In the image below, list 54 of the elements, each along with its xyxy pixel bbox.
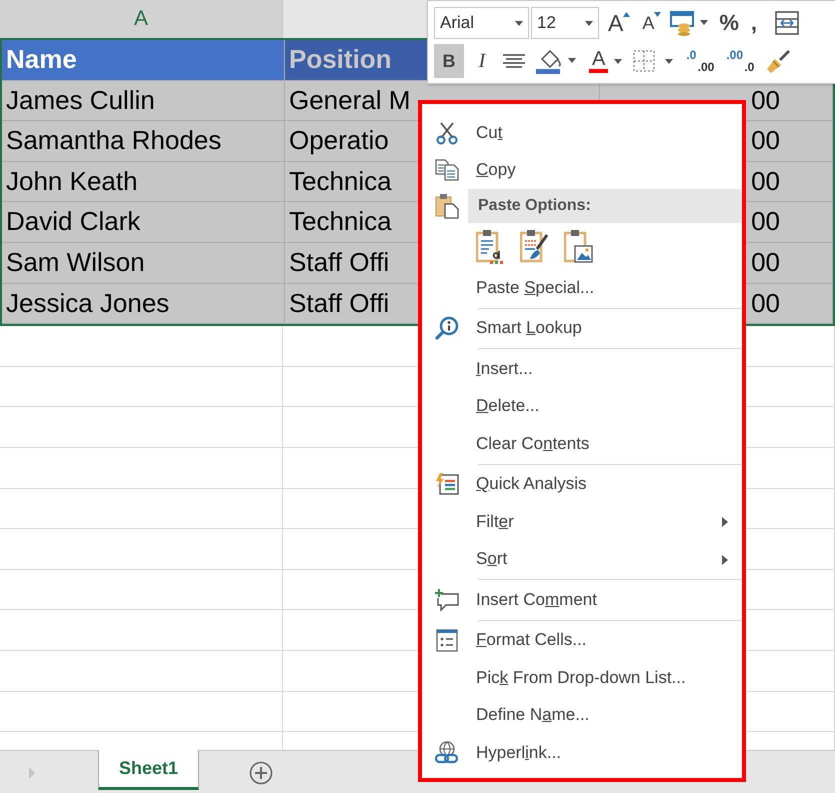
header-cell: Name (2, 40, 285, 81)
caret-icon[interactable] (585, 20, 593, 26)
menu-item[interactable]: Pick From Drop-down List... (476, 668, 686, 688)
quick-analysis-icon (434, 472, 460, 496)
paste-icon (435, 193, 459, 219)
down-triangle-icon (654, 12, 662, 17)
menu-item[interactable]: Delete... (476, 396, 540, 416)
caret-icon[interactable] (515, 20, 523, 26)
format-cells-icon (436, 628, 458, 652)
column-header[interactable]: A (0, 0, 283, 38)
caret-icon[interactable] (614, 58, 622, 64)
decrease-decimal-button[interactable]: .00 .0 (723, 44, 758, 78)
menu-item[interactable]: Insert Comment (476, 590, 597, 610)
table-cell: Sam Wilson (2, 242, 285, 284)
sheet-tab[interactable]: Sheet1 (98, 750, 199, 790)
paste-options-heading: Paste Options: (468, 189, 742, 223)
menu-item[interactable]: Quick Analysis (476, 474, 587, 494)
italic-button[interactable]: I (470, 44, 494, 78)
submenu-arrow-icon (722, 517, 728, 527)
table-cell: Samantha Rhodes (2, 121, 285, 162)
paste-formatting-icon[interactable] (520, 229, 550, 265)
hyperlink-icon (434, 740, 460, 766)
scissors-icon (436, 120, 458, 145)
shrink-font-button[interactable]: A (639, 6, 664, 40)
add-sheet-icon[interactable] (249, 761, 273, 785)
font-size-field[interactable]: 12 (531, 7, 599, 39)
table-cell: James Cullin (2, 80, 285, 122)
menu-item[interactable]: Copy (476, 160, 516, 180)
submenu-arrow-icon (722, 554, 728, 564)
table-cell: David Clark (2, 202, 285, 243)
paste-picture-icon[interactable] (564, 229, 594, 265)
search-icon (435, 316, 459, 340)
increase-decimal-button[interactable]: .0 .00 (683, 44, 718, 78)
menu-item[interactable]: Cut (476, 122, 502, 143)
menu-item[interactable]: Hyperlink... (476, 742, 562, 763)
menu-item[interactable]: Sort (476, 549, 508, 570)
add-comment-icon (434, 588, 460, 612)
menu-item[interactable]: Insert... (476, 358, 533, 379)
menu-item[interactable]: Define Name... (476, 705, 590, 726)
bold-button[interactable]: B (434, 44, 464, 78)
copy-icon (435, 159, 459, 182)
table-format-icon[interactable] (670, 10, 710, 36)
menu-item[interactable]: Filter (476, 512, 514, 532)
menu-item[interactable]: Format Cells... (476, 630, 587, 650)
table-cell: Jessica Jones (2, 284, 285, 324)
paste-values-icon[interactable] (476, 229, 506, 265)
grow-font-button[interactable]: A (605, 6, 634, 40)
number-format-button[interactable]: % (716, 6, 742, 40)
font-name-field[interactable]: Arial (434, 7, 529, 39)
number-format-button[interactable]: , (748, 6, 760, 40)
table-cell: John Keath (2, 162, 285, 202)
up-triangle-icon (623, 12, 630, 17)
menu-item[interactable]: Clear Contents (476, 434, 590, 454)
wrap-text-icon[interactable] (774, 10, 800, 36)
